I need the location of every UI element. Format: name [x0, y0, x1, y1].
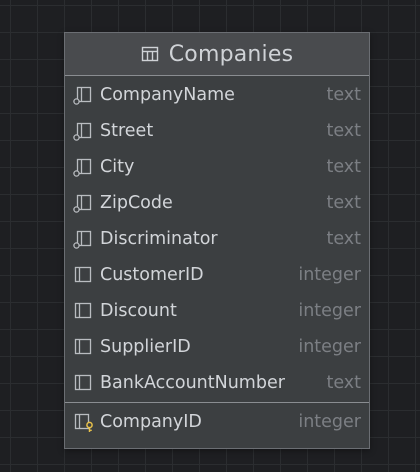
table-header[interactable]: Companies [65, 33, 369, 76]
primary-key-column-icon [74, 413, 93, 432]
column-row-customerid[interactable]: CustomerID integer [65, 257, 369, 293]
column-name: ZipCode [100, 193, 173, 213]
column-name: SupplierID [100, 337, 191, 357]
column-type: integer [298, 337, 361, 357]
column-row-bankaccountnumber[interactable]: BankAccountNumber text [65, 365, 369, 401]
column-row-street[interactable]: Street text [65, 113, 369, 149]
column-name: Discriminator [100, 229, 218, 249]
column-name: City [100, 157, 135, 177]
column-row-companyid[interactable]: CompanyID integer [65, 403, 369, 441]
column-name: CompanyID [100, 412, 202, 432]
column-type: text [326, 121, 361, 141]
column-list: CompanyName text Street text City text Z… [65, 76, 369, 441]
column-type: integer [298, 301, 361, 321]
column-name: CustomerID [100, 265, 204, 285]
column-type: text [326, 85, 361, 105]
column-row-city[interactable]: City text [65, 149, 369, 185]
column-type: integer [298, 265, 361, 285]
nullable-column-icon [73, 158, 92, 177]
column-icon [74, 338, 92, 355]
table-icon [141, 46, 158, 62]
column-icon [74, 302, 92, 319]
column-row-companyname[interactable]: CompanyName text [65, 77, 369, 113]
table-title: Companies [168, 41, 294, 67]
nullable-column-icon [73, 230, 92, 249]
column-name: BankAccountNumber [100, 373, 285, 393]
column-row-zipcode[interactable]: ZipCode text [65, 185, 369, 221]
column-name: Discount [100, 301, 177, 321]
column-type: text [326, 373, 361, 393]
column-row-supplierid[interactable]: SupplierID integer [65, 329, 369, 365]
column-icon [74, 374, 92, 391]
nullable-column-icon [73, 86, 92, 105]
companies-table[interactable]: Companies CompanyName text Street text C… [64, 32, 370, 449]
column-type: text [326, 193, 361, 213]
column-name: CompanyName [100, 85, 235, 105]
column-type: text [326, 229, 361, 249]
nullable-column-icon [73, 122, 92, 141]
column-row-discriminator[interactable]: Discriminator text [65, 221, 369, 257]
column-name: Street [100, 121, 154, 141]
column-row-discount[interactable]: Discount integer [65, 293, 369, 329]
nullable-column-icon [73, 194, 92, 213]
column-type: text [326, 157, 361, 177]
column-type: integer [298, 412, 361, 432]
column-icon [74, 266, 92, 283]
